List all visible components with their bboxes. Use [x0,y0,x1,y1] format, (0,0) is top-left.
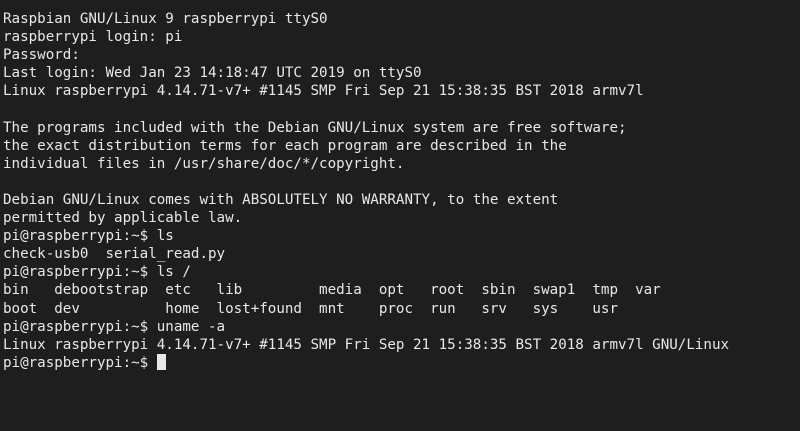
terminal-window[interactable]: Raspbian GNU/Linux 9 raspberrypi ttyS0 r… [0,0,800,431]
terminal-cursor[interactable] [156,353,166,370]
terminal-line: The programs included with the Debian GN… [3,119,627,136]
terminal-line: Linux raspberrypi 4.14.71-v7+ #1145 SMP … [3,336,730,353]
terminal-prompt-line[interactable]: pi@raspberrypi:~$ [3,353,800,372]
terminal-prompt: pi@raspberrypi:~$ [3,354,157,371]
terminal-line: pi@raspberrypi:~$ ls / [3,264,191,281]
terminal-line: boot dev home lost+found mnt proc run sr… [3,300,618,317]
terminal-line: Linux raspberrypi 4.14.71-v7+ #1145 SMP … [3,83,644,100]
terminal-line: bin debootstrap etc lib media opt root s… [3,282,661,299]
terminal-line: raspberrypi login: pi [3,29,183,46]
terminal-line: pi@raspberrypi:~$ ls [3,228,174,245]
terminal-line: Last login: Wed Jan 23 14:18:47 UTC 2019… [3,65,422,82]
terminal-line: Debian GNU/Linux comes with ABSOLUTELY N… [3,191,559,208]
terminal-line: individual files in /usr/share/doc/*/cop… [3,155,405,172]
terminal-line: pi@raspberrypi:~$ uname -a [3,318,226,335]
terminal-line: the exact distribution terms for each pr… [3,137,567,154]
terminal-line: Password: [3,47,80,64]
terminal-line: Raspbian GNU/Linux 9 raspberrypi ttyS0 [3,11,328,27]
terminal-line: check-usb0 serial_read.py [3,246,226,263]
terminal-line: permitted by applicable law. [3,210,243,227]
